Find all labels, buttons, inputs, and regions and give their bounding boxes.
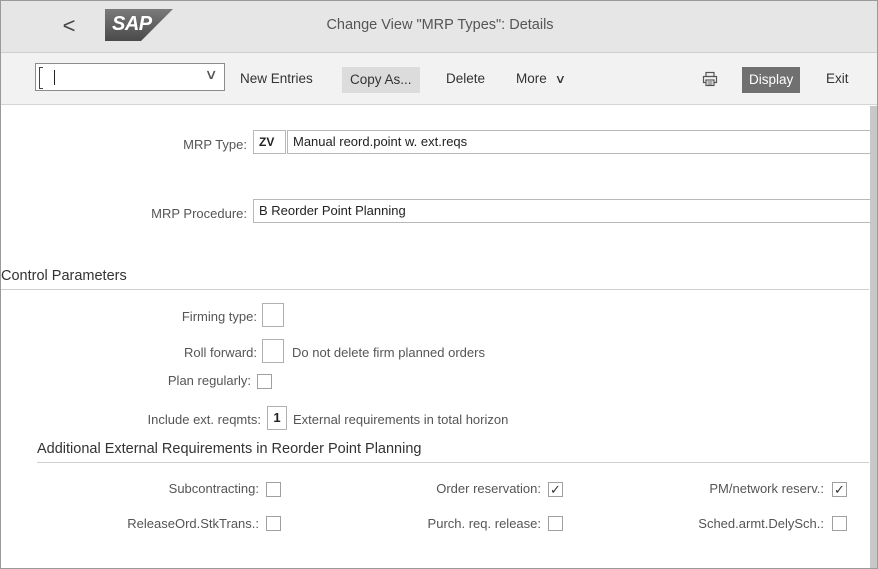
mrp-type-description-field: Manual reord.point w. ext.reqs [287, 130, 877, 154]
plan-regularly-label: Plan regularly: [167, 373, 251, 388]
subcontracting-checkbox[interactable] [266, 482, 281, 497]
display-button[interactable]: Display [742, 67, 801, 93]
chevron-down-icon[interactable]: ∨ [204, 66, 217, 83]
release-ord-stktrans-checkbox[interactable] [266, 516, 281, 531]
pm-network-reserv-checkbox[interactable]: ✓ [832, 482, 847, 497]
page-title: Change View "MRP Types": Details [326, 17, 554, 33]
more-button[interactable]: More ∨ [516, 68, 566, 90]
delete-button[interactable]: Delete [446, 68, 485, 90]
firming-type-field[interactable] [262, 303, 284, 327]
section-divider [37, 462, 869, 463]
text-cursor [54, 70, 55, 85]
mrp-procedure-label: MRP Procedure: [151, 206, 247, 221]
new-entries-button[interactable]: New Entries [240, 68, 313, 90]
shell-bar: < SAP Change View "MRP Types": Details [1, 1, 877, 53]
additional-external-requirements-title: Additional External Requirements in Reor… [37, 441, 422, 457]
mrp-procedure-field[interactable]: B Reorder Point Planning [253, 199, 877, 223]
roll-forward-description: Do not delete firm planned orders [292, 345, 485, 360]
control-parameters-title: Control Parameters [1, 268, 127, 284]
copy-as-button[interactable]: Copy As... [342, 67, 420, 93]
section-divider [1, 289, 869, 290]
purch-req-release-label: Purch. req. release: [427, 516, 541, 531]
purch-req-release-checkbox[interactable] [548, 516, 563, 531]
firming-type-label: Firming type: [181, 309, 257, 324]
order-reservation-checkbox[interactable]: ✓ [548, 482, 563, 497]
order-reservation-label: Order reservation: [436, 481, 541, 496]
plan-regularly-checkbox[interactable] [257, 374, 272, 389]
exit-button[interactable]: Exit [826, 68, 849, 90]
include-ext-reqmts-label: Include ext. reqmts: [147, 412, 261, 427]
mrp-type-code-field[interactable]: ZV [253, 130, 286, 154]
roll-forward-label: Roll forward: [184, 345, 257, 360]
command-field[interactable]: ∨ [35, 63, 225, 91]
include-ext-reqmts-field[interactable]: 1 [267, 406, 287, 430]
pm-network-reserv-label: PM/network reserv.: [709, 481, 824, 496]
command-input[interactable] [46, 68, 186, 86]
mrp-type-label: MRP Type: [183, 137, 247, 152]
application-toolbar: ∨ New Entries Copy As... Delete More ∨ D… [1, 53, 877, 105]
sap-window: < SAP Change View "MRP Types": Details ∨… [0, 0, 878, 569]
sched-agmt-delysch-label: Sched.armt.DelySch.: [698, 516, 824, 531]
details-content: MRP Type: ZV Manual reord.point w. ext.r… [1, 106, 877, 568]
subcontracting-label: Subcontracting: [168, 481, 259, 496]
more-label: More [516, 71, 547, 86]
release-ord-stktrans-label: ReleaseOrd.StkTrans.: [127, 516, 259, 531]
sched-agmt-delysch-checkbox[interactable] [832, 516, 847, 531]
chevron-down-icon: ∨ [554, 72, 566, 86]
include-ext-reqmts-description: External requirements in total horizon [293, 412, 509, 427]
vertical-scrollbar[interactable] [870, 106, 877, 568]
printer-icon[interactable] [702, 71, 718, 87]
roll-forward-field[interactable] [262, 339, 284, 363]
